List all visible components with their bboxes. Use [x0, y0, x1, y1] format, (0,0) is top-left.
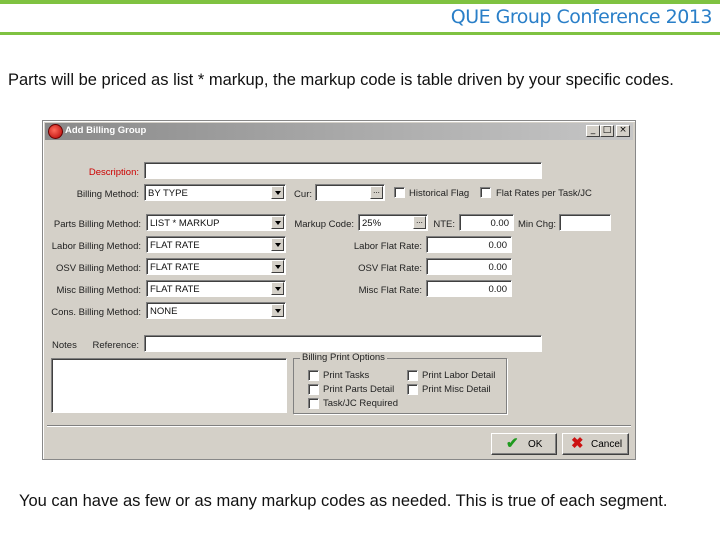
osv-flat-rate-input[interactable]: 0.00	[426, 258, 512, 275]
print-tasks-checkbox[interactable]	[308, 370, 319, 381]
markup-code-value: 25%	[362, 218, 382, 229]
add-billing-group-dialog: Add Billing Group _ □ × Description: Bil…	[42, 120, 636, 460]
misc-flat-rate-label: Misc Flat Rate:	[358, 285, 422, 296]
minimize-button[interactable]: _	[586, 125, 600, 137]
billing-method-label: Billing Method:	[76, 189, 139, 200]
print-parts-detail-checkbox[interactable]	[308, 384, 319, 395]
cur-lookup-button[interactable]: ...	[370, 186, 383, 199]
task-jc-required-checkbox[interactable]	[308, 398, 319, 409]
markup-code-label: Markup Code:	[294, 219, 354, 230]
chevron-down-icon[interactable]	[271, 186, 284, 199]
billing-method-value: BY TYPE	[148, 188, 188, 199]
chevron-down-icon[interactable]	[271, 260, 284, 273]
osv-billing-method-dropdown[interactable]: FLAT RATE	[146, 258, 286, 275]
header-accent-bar	[0, 0, 720, 4]
ok-button-label: OK	[528, 439, 543, 450]
cancel-button-label: Cancel	[591, 439, 623, 450]
cur-input[interactable]: ...	[315, 184, 385, 201]
nte-input[interactable]: 0.00	[459, 214, 514, 231]
flat-rates-per-task-checkbox[interactable]	[480, 187, 491, 198]
chevron-down-icon[interactable]	[271, 216, 284, 229]
misc-flat-rate-input[interactable]: 0.00	[426, 280, 512, 297]
close-button[interactable]: ×	[616, 125, 630, 137]
osv-billing-method-label: OSV Billing Method:	[55, 263, 141, 274]
chevron-down-icon[interactable]	[271, 238, 284, 251]
reference-label: Reference:	[92, 340, 139, 351]
print-labor-detail-checkbox[interactable]	[407, 370, 418, 381]
labor-flat-rate-input[interactable]: 0.00	[426, 236, 512, 253]
print-parts-detail-label: Print Parts Detail	[323, 384, 395, 395]
cons-billing-method-dropdown[interactable]: NONE	[146, 302, 286, 319]
notes-textarea[interactable]	[51, 358, 287, 413]
x-icon: ✖	[571, 435, 584, 452]
osv-flat-rate-label: OSV Flat Rate:	[358, 263, 422, 274]
parts-billing-method-dropdown[interactable]: LIST * MARKUP	[146, 214, 286, 231]
billing-method-dropdown[interactable]: BY TYPE	[144, 184, 286, 201]
historical-flag-checkbox[interactable]	[394, 187, 405, 198]
description-label: Description:	[88, 167, 139, 178]
cons-billing-method-value: NONE	[150, 306, 178, 317]
cons-billing-method-label: Cons. Billing Method:	[51, 307, 141, 318]
billing-print-options-group: Billing Print Options Print Tasks Print …	[293, 352, 507, 414]
markup-code-input[interactable]: 25% ...	[358, 214, 428, 231]
nte-label: NTE:	[433, 219, 455, 230]
min-chg-input[interactable]	[559, 214, 611, 231]
window-titlebar[interactable]: Add Billing Group _ □ ×	[45, 123, 633, 140]
billing-print-options-title: Billing Print Options	[300, 352, 387, 363]
reference-input[interactable]	[144, 335, 542, 352]
intro-text: Parts will be priced as list * markup, t…	[8, 71, 674, 89]
conference-title: QUE Group Conference 2013	[450, 6, 713, 28]
cancel-button[interactable]: ✖ Cancel	[562, 433, 629, 455]
labor-billing-method-value: FLAT RATE	[150, 240, 200, 251]
labor-billing-method-dropdown[interactable]: FLAT RATE	[146, 236, 286, 253]
task-jc-required-label: Task/JC Required	[323, 398, 398, 409]
labor-flat-rate-label: Labor Flat Rate:	[353, 241, 422, 252]
button-divider	[47, 425, 631, 427]
misc-billing-method-dropdown[interactable]: FLAT RATE	[146, 280, 286, 297]
parts-billing-method-label: Parts Billing Method:	[53, 219, 141, 230]
ok-button[interactable]: ✔ OK	[491, 433, 557, 455]
cur-label: Cur:	[294, 189, 312, 200]
flat-rates-per-task-label: Flat Rates per Task/JC	[496, 188, 592, 199]
checkmark-icon: ✔	[506, 435, 519, 452]
print-tasks-label: Print Tasks	[323, 370, 370, 381]
app-icon	[48, 124, 63, 139]
historical-flag-label: Historical Flag	[409, 188, 470, 199]
print-misc-detail-label: Print Misc Detail	[422, 384, 491, 395]
chevron-down-icon[interactable]	[271, 282, 284, 295]
markup-code-lookup-button[interactable]: ...	[413, 216, 426, 229]
osv-billing-method-value: FLAT RATE	[150, 262, 200, 273]
print-misc-detail-checkbox[interactable]	[407, 384, 418, 395]
labor-billing-method-label: Labor Billing Method:	[51, 241, 141, 252]
header-divider	[0, 32, 720, 35]
min-chg-label: Min Chg:	[517, 219, 556, 230]
description-input[interactable]	[144, 162, 542, 179]
notes-label: Notes	[52, 340, 77, 351]
footer-text: You can have as few or as many markup co…	[19, 492, 668, 510]
window-title: Add Billing Group	[65, 125, 147, 136]
chevron-down-icon[interactable]	[271, 304, 284, 317]
parts-billing-method-value: LIST * MARKUP	[150, 218, 220, 229]
misc-billing-method-label: Misc Billing Method:	[56, 285, 141, 296]
print-labor-detail-label: Print Labor Detail	[422, 370, 496, 381]
misc-billing-method-value: FLAT RATE	[150, 284, 200, 295]
maximize-button[interactable]: □	[600, 125, 614, 137]
